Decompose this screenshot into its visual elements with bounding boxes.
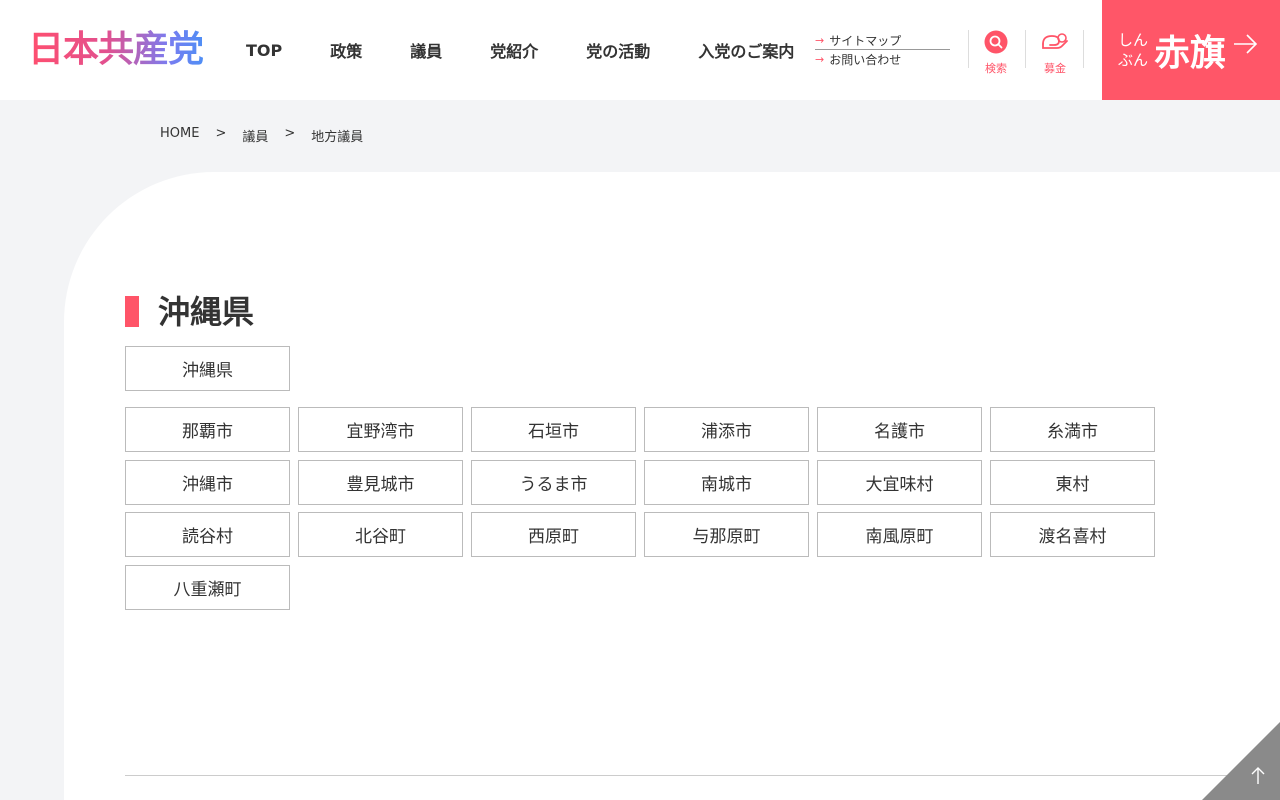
nav-item-members[interactable]: 議員 bbox=[410, 38, 442, 62]
donate-label: 募金 bbox=[1044, 62, 1066, 75]
breadcrumb-home[interactable]: HOME bbox=[160, 126, 199, 145]
sitemap-link[interactable]: → サイトマップ bbox=[815, 32, 950, 50]
municipality-button[interactable]: 名護市 bbox=[817, 407, 982, 452]
municipality-button[interactable]: 那覇市 bbox=[125, 407, 290, 452]
municipality-button[interactable]: 八重瀬町 bbox=[125, 564, 290, 610]
site-logo[interactable]: 日本共産党 bbox=[28, 28, 204, 72]
divider bbox=[1083, 30, 1084, 68]
municipality-button[interactable]: 石垣市 bbox=[471, 407, 636, 452]
municipality-button[interactable]: 豊見城市 bbox=[298, 459, 463, 505]
municipality-button[interactable]: 西原町 bbox=[471, 512, 636, 557]
breadcrumb-separator: > bbox=[284, 126, 296, 141]
search-button[interactable]: 検索 bbox=[971, 30, 1021, 76]
municipality-button[interactable]: 渡名喜村 bbox=[990, 512, 1155, 557]
donation-icon bbox=[1042, 33, 1068, 49]
search-icon bbox=[984, 30, 1008, 54]
municipality-button[interactable]: 与那原町 bbox=[644, 512, 809, 557]
municipality-button[interactable]: うるま市 bbox=[471, 459, 636, 505]
municipality-button[interactable]: 宜野湾市 bbox=[298, 407, 463, 452]
donate-button[interactable]: 募金 bbox=[1030, 30, 1080, 76]
nav-item-about[interactable]: 党紹介 bbox=[490, 38, 538, 62]
nav-item-join[interactable]: 入党のご案内 bbox=[698, 38, 794, 62]
municipality-button[interactable]: 南城市 bbox=[644, 459, 809, 505]
akahata-small-label: しんぶん bbox=[1118, 31, 1149, 69]
divider bbox=[125, 775, 1280, 776]
akahata-big-label: 赤旗 bbox=[1154, 32, 1227, 74]
contact-link[interactable]: → お問い合わせ bbox=[815, 50, 950, 68]
page-title: 沖縄県 bbox=[158, 293, 255, 331]
nav-item-top[interactable]: TOP bbox=[246, 41, 282, 60]
arrow-right-icon: → bbox=[815, 34, 825, 47]
page-top-button[interactable] bbox=[1202, 722, 1280, 800]
nav-item-policy[interactable]: 政策 bbox=[330, 38, 362, 62]
municipality-button[interactable]: 東村 bbox=[990, 459, 1155, 505]
sitemap-label: サイトマップ bbox=[829, 34, 902, 48]
municipality-button[interactable]: 糸満市 bbox=[990, 407, 1155, 452]
main-nav: TOP 政策 議員 党紹介 党の活動 入党のご案内 bbox=[222, 0, 818, 100]
breadcrumb-separator: > bbox=[215, 126, 227, 141]
search-label: 検索 bbox=[985, 62, 1007, 75]
arrow-right-icon: → bbox=[815, 52, 825, 66]
nav-item-activities[interactable]: 党の活動 bbox=[586, 38, 650, 62]
municipality-button[interactable]: 浦添市 bbox=[644, 407, 809, 452]
akahata-banner[interactable]: しんぶん 赤旗 bbox=[1102, 0, 1280, 100]
divider bbox=[968, 30, 969, 68]
municipality-button[interactable]: 南風原町 bbox=[817, 512, 982, 557]
contact-label: お問い合わせ bbox=[829, 52, 902, 67]
breadcrumb: HOME > 議員 > 地方議員 bbox=[160, 126, 363, 145]
breadcrumb-current: 地方議員 bbox=[311, 130, 364, 145]
sub-links: → サイトマップ → お問い合わせ bbox=[815, 32, 950, 68]
municipality-button[interactable]: 北谷町 bbox=[298, 512, 463, 557]
arrow-right-icon bbox=[1234, 34, 1258, 54]
heading-accent-bar bbox=[125, 296, 139, 327]
site-header: 日本共産党 TOP 政策 議員 党紹介 党の活動 入党のご案内 → サイトマップ… bbox=[0, 0, 1280, 100]
municipality-button[interactable]: 沖縄市 bbox=[125, 459, 290, 505]
municipality-button[interactable]: 読谷村 bbox=[125, 512, 290, 557]
breadcrumb-members[interactable]: 議員 bbox=[242, 126, 268, 145]
divider bbox=[1025, 30, 1026, 68]
prefecture-button[interactable]: 沖縄県 bbox=[125, 346, 290, 391]
municipality-button[interactable]: 大宜味村 bbox=[817, 459, 982, 505]
content-card: 沖縄県 沖縄県 那覇市 宜野湾市 石垣市 浦添市 名護市 糸満市沖縄市 豊見城市 うるま市 南城… bbox=[64, 172, 1280, 800]
